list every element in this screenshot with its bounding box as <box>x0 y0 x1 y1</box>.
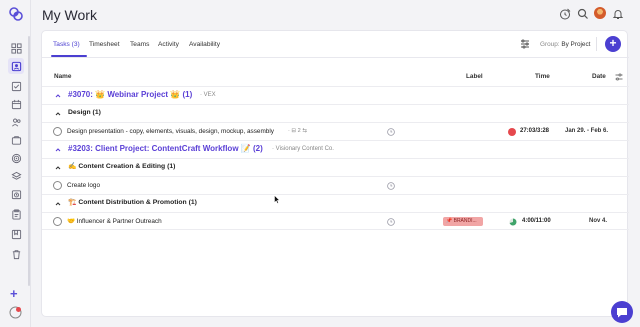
task-row[interactable]: 🤝 Influencer & Partner Outreach 📌 BRANDI… <box>42 212 629 230</box>
tab-tasks[interactable]: Tasks (3) <box>53 40 80 49</box>
chevron-up-icon[interactable] <box>55 111 61 117</box>
task-complete-checkbox[interactable] <box>53 181 62 190</box>
timer-icon[interactable] <box>559 8 571 20</box>
group-row[interactable]: 🏗️ Content Distribution & Promotion (1) <box>42 194 629 212</box>
tasks-card: Tasks (3) Timesheet Teams Activity Avail… <box>41 30 629 317</box>
goals-icon[interactable] <box>10 152 22 164</box>
dashboard-icon[interactable] <box>10 42 22 54</box>
chevron-up-icon[interactable] <box>55 201 61 207</box>
project-row[interactable]: #3203: Client Project: ContentCraft Work… <box>42 140 629 158</box>
task-row[interactable]: Design presentation - copy, elements, vi… <box>42 122 629 140</box>
clock-icon[interactable] <box>387 182 395 190</box>
group-title: Design (1) <box>68 109 101 116</box>
column-header-name[interactable]: Name <box>54 73 71 81</box>
calendar-icon[interactable] <box>10 98 22 110</box>
chat-icon <box>617 308 627 318</box>
group-by-label: Group: <box>540 41 560 48</box>
project-client-name: Visionary Content Co. <box>275 146 334 152</box>
task-complete-checkbox[interactable] <box>53 127 62 136</box>
tasks-icon[interactable] <box>10 80 22 92</box>
column-header-label[interactable]: Label <box>466 73 483 81</box>
task-name[interactable]: Design presentation - copy, elements, vi… <box>67 127 274 136</box>
task-complete-checkbox[interactable] <box>53 217 62 226</box>
tab-bar: Tasks (3) Timesheet Teams Activity Avail… <box>42 31 629 58</box>
group-by-value: By Project <box>561 41 591 48</box>
people-icon[interactable] <box>10 116 22 128</box>
column-header-time[interactable]: Time <box>535 73 550 81</box>
project-title[interactable]: #3070: 👑 Webinar Project 👑 (1) <box>68 90 192 100</box>
time-progress-icon <box>509 218 517 226</box>
tab-availability[interactable]: Availability <box>189 40 220 49</box>
active-tab-indicator <box>51 55 87 57</box>
task-time[interactable]: 27:03/3:28 <box>520 127 549 136</box>
subtask-count-value: 2 <box>297 128 301 134</box>
avatar[interactable] <box>594 7 606 19</box>
timesheet-icon[interactable] <box>10 188 22 200</box>
group-title: ✍️ Content Creation & Editing (1) <box>68 163 176 170</box>
time-status-dot <box>508 128 516 136</box>
project-title[interactable]: #3203: Client Project: ContentCraft Work… <box>68 144 263 154</box>
toolbar-divider <box>596 37 597 51</box>
task-name[interactable]: 🤝 Influencer & Partner Outreach <box>67 217 162 226</box>
group-by-select[interactable]: Group: By Project <box>540 40 590 49</box>
search-icon[interactable] <box>577 8 589 20</box>
chat-button[interactable] <box>611 301 633 323</box>
logo-icon[interactable] <box>8 6 24 22</box>
chevron-up-icon[interactable] <box>55 147 61 153</box>
chevron-up-icon[interactable] <box>55 93 61 99</box>
project-client: · Visionary Content Co. <box>272 146 334 152</box>
task-row[interactable]: Create logo <box>42 176 629 194</box>
project-client-name: VEX <box>203 92 216 98</box>
clock-icon[interactable] <box>387 128 395 136</box>
layers-icon[interactable] <box>10 170 22 182</box>
task-name[interactable]: Create logo <box>67 181 100 190</box>
projects-icon[interactable] <box>10 134 22 146</box>
sidebar-scrollbar[interactable] <box>28 36 30 286</box>
task-label-badge[interactable]: 📌 BRANDI... <box>443 217 483 226</box>
tab-activity[interactable]: Activity <box>158 40 179 49</box>
task-date[interactable]: Nov 4. <box>589 217 607 226</box>
bell-icon[interactable] <box>612 8 624 20</box>
subtask-count: · ⊟ 2 ⇆ <box>288 128 308 134</box>
sidebar: + <box>0 0 31 327</box>
column-header-date[interactable]: Date <box>592 73 606 81</box>
group-row[interactable]: ✍️ Content Creation & Editing (1) <box>42 158 629 176</box>
page-title: My Work <box>42 7 97 23</box>
clock-icon[interactable] <box>387 218 395 226</box>
filter-icon[interactable] <box>520 39 530 49</box>
task-time[interactable]: 4:00/11:00 <box>522 217 551 226</box>
alert-icon[interactable] <box>9 306 22 319</box>
column-settings-icon[interactable] <box>615 73 623 81</box>
add-task-button[interactable]: + <box>605 36 621 52</box>
mouse-cursor-icon <box>274 195 280 204</box>
sidebar-add-icon[interactable]: + <box>10 287 18 300</box>
project-row[interactable]: #3070: 👑 Webinar Project 👑 (1) · VEX <box>42 86 629 104</box>
tab-timesheet[interactable]: Timesheet <box>89 40 120 49</box>
trash-icon[interactable] <box>10 248 22 260</box>
my-work-icon[interactable] <box>8 58 24 74</box>
project-client: · VEX <box>200 92 216 98</box>
group-row[interactable]: Design (1) <box>42 104 629 122</box>
task-date[interactable]: Jan 29. - Feb 6. <box>565 127 608 136</box>
clipboard-icon[interactable] <box>10 208 22 220</box>
group-title: 🏗️ Content Distribution & Promotion (1) <box>68 199 197 206</box>
reports-icon[interactable] <box>10 228 22 240</box>
chevron-up-icon[interactable] <box>55 165 61 171</box>
tab-teams[interactable]: Teams <box>130 40 149 49</box>
